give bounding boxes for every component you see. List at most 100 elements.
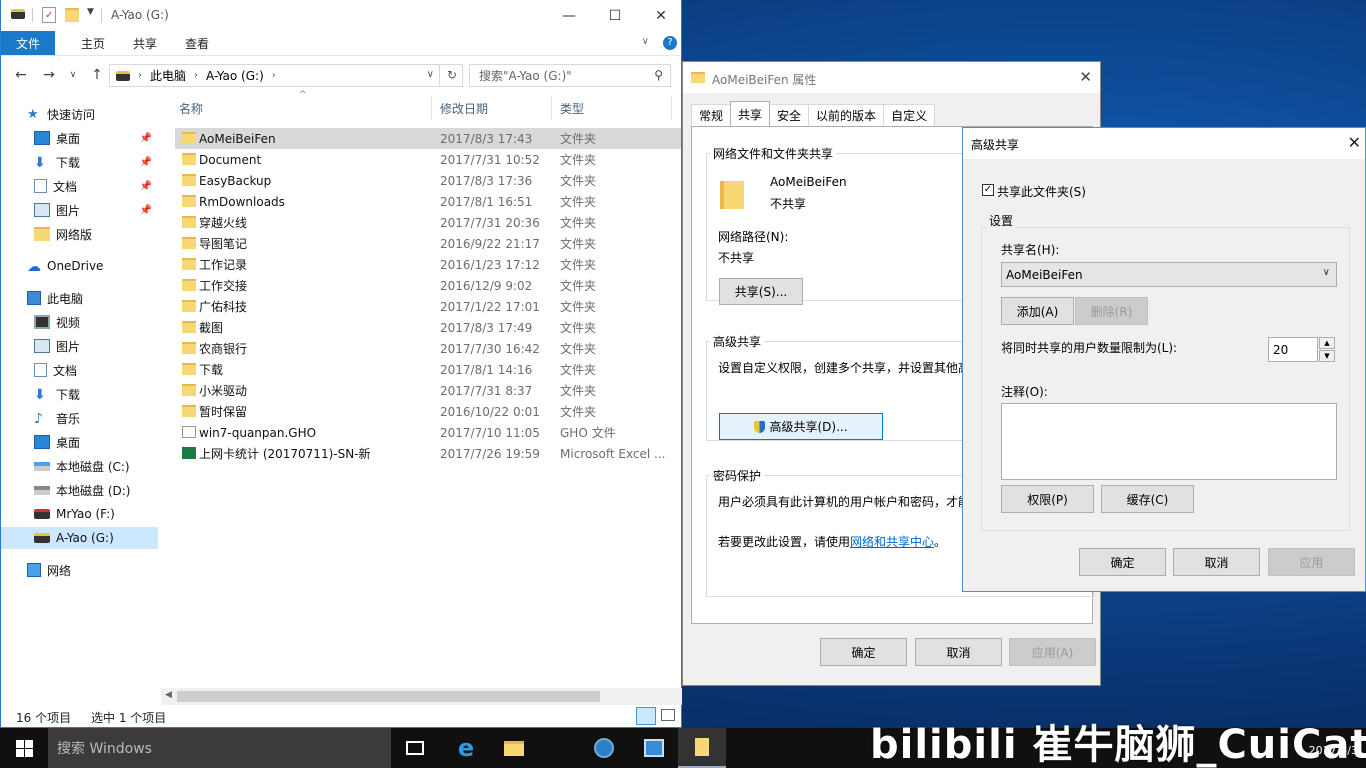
close-button[interactable]: ✕ xyxy=(638,0,684,31)
close-button[interactable]: ✕ xyxy=(1348,133,1361,152)
pin-icon[interactable]: 📌 xyxy=(140,157,152,168)
share-button[interactable]: 共享(S)... xyxy=(719,278,803,305)
close-button[interactable]: ✕ xyxy=(1079,68,1092,86)
scroll-left-icon[interactable]: ◀ xyxy=(165,690,172,700)
back-arrow-icon[interactable]: ← xyxy=(11,65,31,85)
breadcrumb-pc[interactable]: 此电脑 xyxy=(150,67,186,84)
nav-this-pc[interactable]: 此电脑 xyxy=(1,287,158,309)
explorer-titlebar[interactable]: ✓ ▼ A-Yao (G:) — ☐ ✕ xyxy=(1,0,681,31)
search-input[interactable]: 搜索"A-Yao (G:)" xyxy=(479,67,572,84)
nav-pictures[interactable]: 图片 📌 xyxy=(1,199,158,221)
chevron-down-icon[interactable]: ∨ xyxy=(642,36,649,47)
pin-icon[interactable]: 📌 xyxy=(140,181,152,192)
nav-desktop-pc[interactable]: 桌面 xyxy=(1,431,158,453)
table-row[interactable]: 穿越火线 2017/7/31 20:36 文件夹 xyxy=(175,212,681,233)
add-button[interactable]: 添加(A) xyxy=(1001,297,1074,325)
table-row[interactable]: 工作记录 2016/1/23 17:12 文件夹 xyxy=(175,254,681,275)
task-view-icon[interactable] xyxy=(391,728,439,768)
comment-textarea[interactable] xyxy=(1001,403,1337,480)
scrollbar-thumb[interactable] xyxy=(177,691,600,702)
apply-button[interactable]: 应用(A) xyxy=(1009,638,1096,666)
table-row[interactable]: AoMeiBeiFen 2017/8/3 17:43 文件夹 xyxy=(175,128,681,149)
spinner-up-icon[interactable]: ▲ xyxy=(1319,337,1335,349)
properties-taskbar-icon[interactable] xyxy=(678,728,726,768)
pin-icon[interactable]: 📌 xyxy=(140,205,152,216)
properties-icon[interactable]: ✓ xyxy=(42,7,56,23)
breadcrumb-drive[interactable]: A-Yao (G:) xyxy=(206,69,264,83)
tab-security[interactable]: 安全 xyxy=(769,104,810,126)
table-row[interactable]: 截图 2017/8/3 17:49 文件夹 xyxy=(175,317,681,338)
nav-music[interactable]: ♪ 音乐 xyxy=(1,407,158,429)
help-icon[interactable]: ? xyxy=(663,36,677,50)
tab-file[interactable]: 文件 xyxy=(1,31,56,55)
chevron-down-icon[interactable]: ▼ xyxy=(87,7,94,17)
nav-desktop[interactable]: 桌面 📌 xyxy=(1,127,158,149)
details-view-icon[interactable] xyxy=(636,707,656,725)
nav-drive-f[interactable]: MrYao (F:) xyxy=(1,503,158,525)
table-row[interactable]: 下载 2017/8/1 14:16 文件夹 xyxy=(175,359,681,380)
nav-downloads[interactable]: ⬇ 下载 📌 xyxy=(1,151,158,173)
column-header-name[interactable]: 名称 xyxy=(179,96,203,120)
nav-pictures-pc[interactable]: 图片 xyxy=(1,335,158,357)
spinner-down-icon[interactable]: ▼ xyxy=(1319,350,1335,362)
tab-view[interactable]: 查看 xyxy=(171,31,223,55)
ok-button[interactable]: 确定 xyxy=(820,638,907,666)
nav-videos[interactable]: 视频 xyxy=(1,311,158,333)
column-header-date[interactable]: 修改日期 xyxy=(440,96,488,120)
nav-network-edition[interactable]: 网络版 xyxy=(1,223,158,245)
network-app-icon[interactable] xyxy=(580,728,628,768)
apply-button[interactable]: 应用 xyxy=(1268,548,1355,576)
share-folder-label[interactable]: 共享此文件夹(S) xyxy=(997,183,1086,200)
table-row[interactable]: 上网卡统计 (20170711)-SN-新 2017/7/26 19:59 Micr… xyxy=(175,443,681,464)
user-limit-input[interactable]: 20 xyxy=(1268,337,1318,362)
table-row[interactable]: win7-quanpan.GHO 2017/7/10 11:05 GHO 文件 xyxy=(175,422,681,443)
nav-drive-g[interactable]: A-Yao (G:) xyxy=(1,527,158,549)
refresh-icon[interactable]: ↻ xyxy=(447,68,457,82)
taskbar-search[interactable]: 搜索 Windows xyxy=(48,728,391,768)
nav-onedrive[interactable]: ☁ OneDrive xyxy=(1,255,158,277)
nav-drive-c[interactable]: 本地磁盘 (C:) xyxy=(1,455,158,477)
address-bar[interactable]: › 此电脑 › A-Yao (G:) › ∨ ↻ xyxy=(109,64,463,87)
chevron-down-icon[interactable]: ∨ xyxy=(427,69,434,80)
edge-browser-icon[interactable]: e xyxy=(442,728,490,768)
minimize-button[interactable]: — xyxy=(546,0,592,31)
search-box[interactable]: 搜索"A-Yao (G:)" ⚲ xyxy=(469,64,671,87)
column-header-type[interactable]: 类型 xyxy=(560,96,584,120)
remove-button[interactable]: 删除(R) xyxy=(1075,297,1148,325)
horizontal-scrollbar[interactable]: ◀ xyxy=(161,688,682,705)
advanced-sharing-titlebar[interactable]: 高级共享 ✕ xyxy=(963,128,1365,159)
share-name-dropdown[interactable]: AoMeiBeiFen ∨ xyxy=(1001,262,1337,287)
tab-general[interactable]: 常规 xyxy=(691,104,732,126)
tab-sharing[interactable]: 共享 xyxy=(730,101,771,126)
start-button[interactable] xyxy=(0,728,48,768)
chevron-down-icon[interactable]: ∨ xyxy=(63,65,83,85)
cancel-button[interactable]: 取消 xyxy=(1173,548,1260,576)
table-row[interactable]: 广佑科技 2017/1/22 17:01 文件夹 xyxy=(175,296,681,317)
cache-button[interactable]: 缓存(C) xyxy=(1101,485,1194,513)
table-row[interactable]: 工作交接 2016/12/9 9:02 文件夹 xyxy=(175,275,681,296)
advanced-share-button[interactable]: 高级共享(D)... xyxy=(719,413,883,440)
pin-icon[interactable]: 📌 xyxy=(140,133,152,144)
new-folder-icon[interactable] xyxy=(65,8,79,22)
file-explorer-taskbar-icon[interactable] xyxy=(490,728,538,768)
permissions-button[interactable]: 权限(P) xyxy=(1001,485,1094,513)
forward-arrow-icon[interactable]: → xyxy=(39,65,59,85)
maximize-button[interactable]: ☐ xyxy=(592,0,638,31)
nav-drive-d[interactable]: 本地磁盘 (D:) xyxy=(1,479,158,501)
nav-quick-access[interactable]: ★ 快速访问 xyxy=(1,103,158,125)
properties-titlebar[interactable]: AoMeiBeiFen 属性 ✕ xyxy=(683,62,1100,93)
nav-network[interactable]: 网络 xyxy=(1,559,158,581)
up-arrow-icon[interactable]: ↑ xyxy=(87,65,107,85)
tab-customize[interactable]: 自定义 xyxy=(883,104,936,126)
cancel-button[interactable]: 取消 xyxy=(915,638,1002,666)
table-row[interactable]: Document 2017/7/31 10:52 文件夹 xyxy=(175,149,681,170)
table-row[interactable]: EasyBackup 2017/8/3 17:36 文件夹 xyxy=(175,170,681,191)
table-row[interactable]: 暂时保留 2016/10/22 0:01 文件夹 xyxy=(175,401,681,422)
nav-documents[interactable]: 文档 📌 xyxy=(1,175,158,197)
table-row[interactable]: 农商银行 2017/7/30 16:42 文件夹 xyxy=(175,338,681,359)
tiles-view-icon[interactable] xyxy=(661,709,675,721)
remote-app-icon[interactable] xyxy=(630,728,678,768)
table-row[interactable]: 小米驱动 2017/7/31 8:37 文件夹 xyxy=(175,380,681,401)
tab-previous-versions[interactable]: 以前的版本 xyxy=(808,104,885,126)
nav-downloads-pc[interactable]: ⬇ 下载 xyxy=(1,383,158,405)
